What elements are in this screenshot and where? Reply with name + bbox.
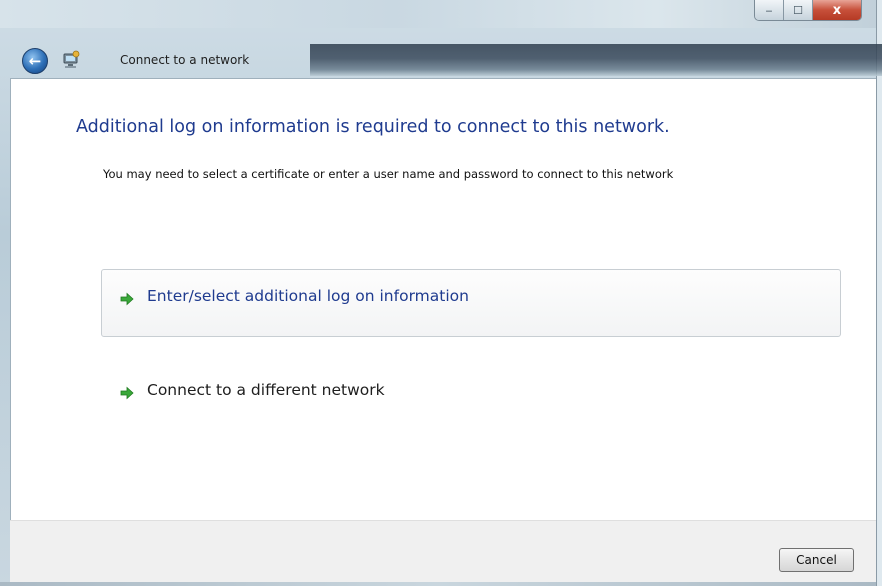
title-glass-band xyxy=(310,44,882,76)
option-enter-logon-info[interactable]: Enter/select additional log on informati… xyxy=(101,269,841,337)
back-arrow-icon[interactable]: ← xyxy=(22,48,48,74)
page-description: You may need to select a certificate or … xyxy=(103,167,674,181)
green-arrow-icon xyxy=(120,386,134,400)
option-enter-logon-label: Enter/select additional log on informati… xyxy=(147,287,469,305)
option-connect-different-network[interactable]: Connect to a different network xyxy=(101,363,841,431)
close-button[interactable]: x xyxy=(813,0,861,20)
network-wizard-icon xyxy=(63,50,80,68)
dialog-window: ‒ ☐ x ← Connect to a network Additional … xyxy=(0,0,882,586)
cancel-button[interactable]: Cancel xyxy=(779,548,854,572)
green-arrow-icon xyxy=(120,292,134,306)
page-heading: Additional log on information is require… xyxy=(76,117,670,137)
window-title: Connect to a network xyxy=(120,53,250,67)
minimize-button[interactable]: ‒ xyxy=(755,0,784,20)
navigation-bar: ← Connect to a network xyxy=(10,40,882,78)
content-panel: Additional log on information is require… xyxy=(10,78,876,520)
caption-buttons: ‒ ☐ x xyxy=(754,0,862,21)
option-connect-network-label: Connect to a different network xyxy=(147,381,385,399)
window-titlebar[interactable] xyxy=(0,0,876,28)
dialog-footer: Cancel xyxy=(10,520,876,582)
maximize-button[interactable]: ☐ xyxy=(784,0,813,20)
window-bottom-border xyxy=(0,582,876,586)
